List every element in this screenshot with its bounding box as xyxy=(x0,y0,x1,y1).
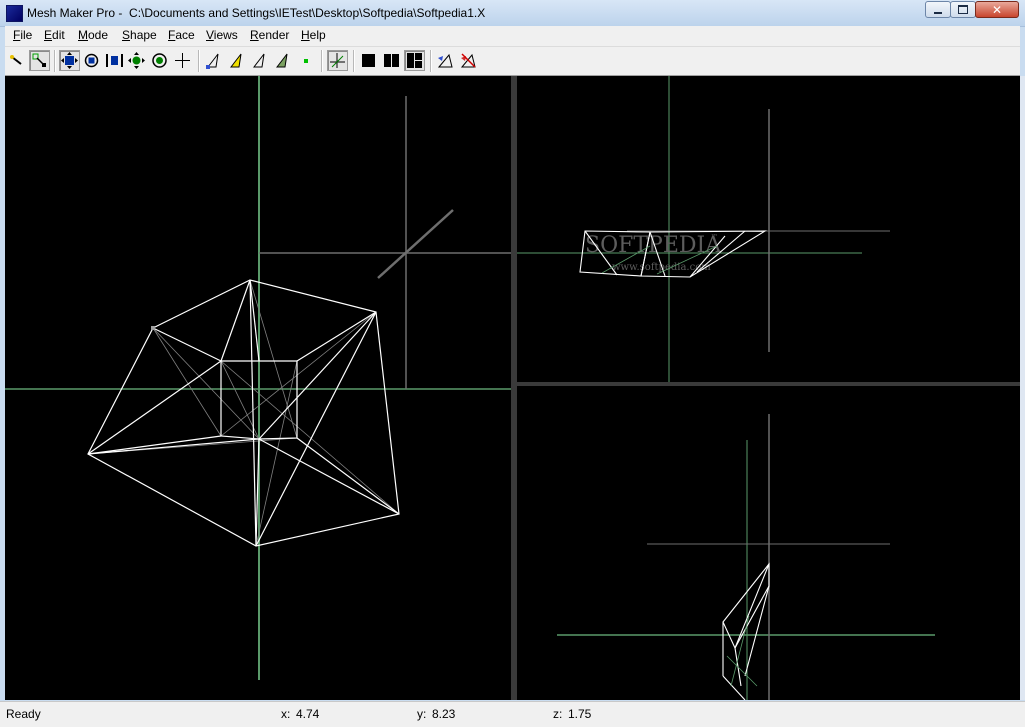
menu-edit[interactable]: Edit xyxy=(42,28,67,42)
workspace: SOFTPEDIA ™ www.softpedia.com xyxy=(5,76,1020,700)
axis-z-line xyxy=(377,209,454,279)
view-quad-icon xyxy=(407,53,422,68)
toolbar-separator xyxy=(430,50,432,72)
watermark: SOFTPEDIA xyxy=(585,233,722,258)
window-title: Mesh Maker Pro - C:\Documents and Settin… xyxy=(27,6,485,20)
select-box-icon xyxy=(32,53,46,67)
file-path: C:\Documents and Settings\IETest\Desktop… xyxy=(129,6,486,20)
view-single-button[interactable] xyxy=(358,50,379,71)
close-button[interactable]: ✕ xyxy=(975,1,1019,18)
mesh-wireframe-side xyxy=(722,562,770,700)
render-off-button[interactable] xyxy=(458,50,479,71)
coord-x-label: x: xyxy=(281,707,291,721)
minimize-button[interactable] xyxy=(925,1,951,18)
crosshair-icon xyxy=(175,53,190,68)
orbit-icon xyxy=(152,53,167,68)
select-box-button[interactable] xyxy=(29,50,50,71)
minimize-icon xyxy=(934,11,942,14)
axis-button[interactable] xyxy=(327,50,348,71)
title-bar: Mesh Maker Pro - C:\Documents and Settin… xyxy=(0,0,1025,27)
coord-z-value: 1.75 xyxy=(568,707,592,721)
vertex-handle[interactable] xyxy=(151,326,155,330)
select-tool-button[interactable] xyxy=(7,50,28,71)
rotate-button[interactable] xyxy=(81,50,102,71)
menu-bar: File Edit Mode Shape Face Views Render H… xyxy=(5,26,1020,47)
menu-views[interactable]: Views xyxy=(204,28,240,42)
menu-face[interactable]: Face xyxy=(166,28,197,42)
vertex-green-icon xyxy=(275,53,288,68)
axis-icon xyxy=(330,53,345,68)
menu-render[interactable]: Render xyxy=(248,28,291,42)
mesh-hidden-side xyxy=(726,615,758,687)
viewport-main[interactable] xyxy=(5,76,511,700)
coord-y-value: 8.23 xyxy=(432,707,456,721)
toolbar-separator xyxy=(321,50,323,72)
status-text: Ready xyxy=(6,707,41,721)
render-button[interactable] xyxy=(435,50,456,71)
vertex-outline-icon xyxy=(252,53,265,68)
render-icon xyxy=(437,53,453,68)
menu-mode[interactable]: Mode xyxy=(76,28,110,42)
menu-shape[interactable]: Shape xyxy=(120,28,159,42)
render-off-icon xyxy=(460,53,476,68)
status-bar: Ready x: 4.74 y: 8.23 z: 1.75 xyxy=(0,701,1025,727)
orbit-button[interactable] xyxy=(149,50,170,71)
maximize-button[interactable] xyxy=(950,1,976,18)
view-double-icon xyxy=(384,54,399,67)
view-double-button[interactable] xyxy=(381,50,402,71)
mesh-hidden-edges xyxy=(87,279,400,547)
watermark-tm: ™ xyxy=(711,233,718,241)
coord-z-label: z: xyxy=(553,707,563,721)
coord-x-value: 4.74 xyxy=(296,707,320,721)
scale-button[interactable] xyxy=(104,50,125,71)
toolbar-separator xyxy=(353,50,355,72)
toolbar-separator xyxy=(198,50,200,72)
toolbar xyxy=(5,47,1020,76)
viewport-main-canvas[interactable] xyxy=(5,76,511,700)
close-icon: ✕ xyxy=(991,2,1003,17)
view-quad-button[interactable] xyxy=(404,50,425,71)
move-button[interactable] xyxy=(59,50,80,71)
app-name: Mesh Maker Pro - xyxy=(27,6,123,20)
viewport-top[interactable]: SOFTPEDIA ™ www.softpedia.com xyxy=(517,76,1020,382)
vertex-add-icon xyxy=(206,53,219,69)
coord-y-label: y: xyxy=(417,707,427,721)
vertex-green-button[interactable] xyxy=(272,50,293,71)
vertex-outline-button[interactable] xyxy=(249,50,270,71)
translate-button[interactable] xyxy=(126,50,147,71)
point-button[interactable] xyxy=(295,50,316,71)
viewport-top-canvas[interactable]: SOFTPEDIA ™ www.softpedia.com xyxy=(517,76,1020,382)
vertex-add-button[interactable] xyxy=(203,50,224,71)
window-border-right xyxy=(1020,76,1025,700)
vertex-yellow-button[interactable] xyxy=(226,50,247,71)
toolbar-separator xyxy=(54,50,56,72)
vertex-yellow-icon xyxy=(229,53,242,68)
menu-help[interactable]: Help xyxy=(299,28,328,42)
crosshair-button[interactable] xyxy=(172,50,193,71)
translate-icon xyxy=(128,52,145,69)
rotate-icon xyxy=(84,53,99,68)
mesh-wireframe xyxy=(87,279,400,547)
point-icon xyxy=(304,59,308,63)
view-single-icon xyxy=(362,54,375,67)
viewport-side[interactable] xyxy=(517,386,1020,700)
viewport-side-canvas[interactable] xyxy=(517,386,1020,700)
maximize-icon xyxy=(958,5,968,14)
menu-file[interactable]: File xyxy=(11,28,34,42)
scale-icon xyxy=(106,54,123,67)
select-tool-icon xyxy=(10,55,22,65)
move-icon xyxy=(61,52,78,69)
app-icon[interactable] xyxy=(6,5,23,22)
